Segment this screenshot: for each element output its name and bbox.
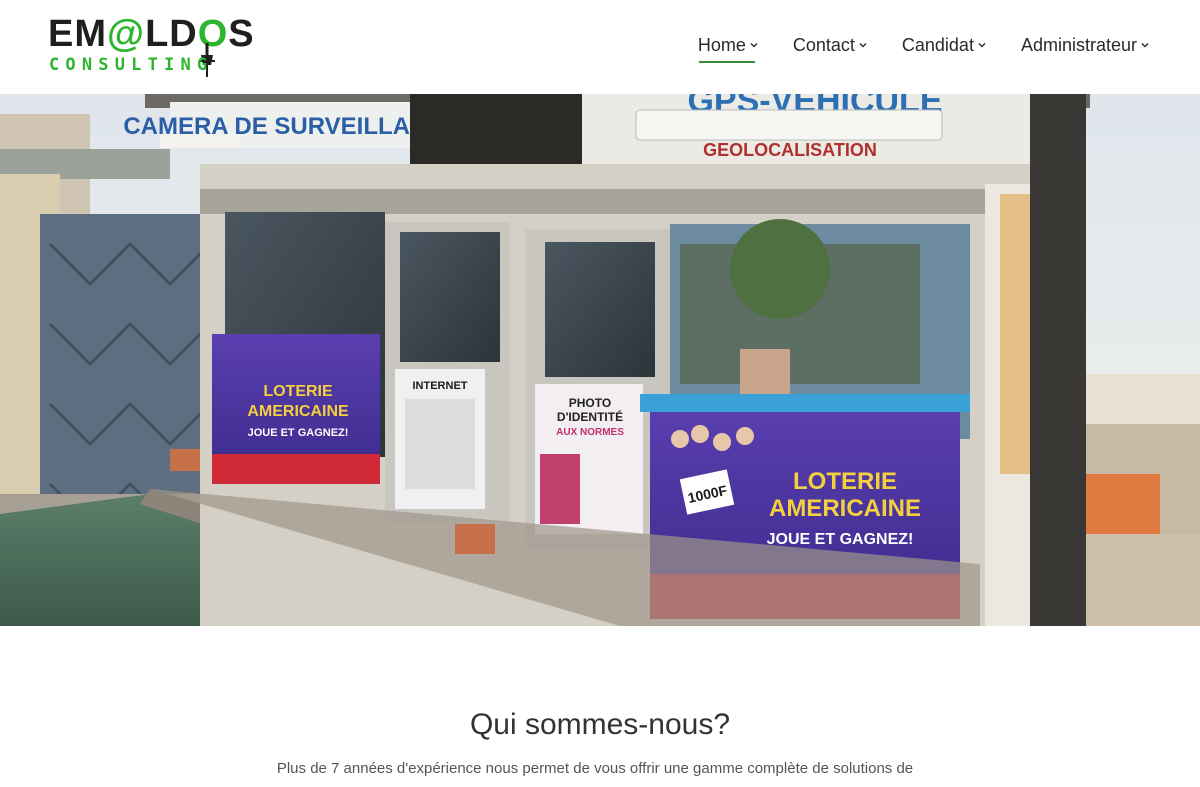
poster-left-title-1: LOTERIE	[263, 383, 333, 400]
nav-item-candidat[interactable]: Candidat	[902, 30, 987, 60]
logo-part: S	[228, 13, 255, 55]
site-header: EM@LDOS CONSULTING Home Contact Candidat…	[0, 0, 1200, 94]
logo-tagline: CONSULTING	[49, 55, 214, 75]
poster-left-sub: JOUE ET GAGNEZ!	[248, 427, 349, 439]
poster-right-title-1: LOTERIE	[793, 468, 897, 495]
poster-internet-title: INTERNET	[413, 380, 468, 392]
hero-storefront-photo: CAMERA DE SURVEILLANCE GPS-VEHICULE GEOL…	[0, 94, 1200, 626]
poster-right-sub: JOUE ET GAGNEZ!	[767, 531, 914, 548]
poster-photo-line1: PHOTO	[569, 396, 611, 410]
logo-part: @	[107, 13, 146, 55]
nav-item-contact[interactable]: Contact	[793, 30, 868, 60]
logo-part: LD	[145, 13, 198, 55]
chevron-down-icon	[750, 43, 758, 48]
logo-part: EM	[48, 13, 107, 55]
about-title: Qui sommes-nous?	[469, 708, 731, 741]
poster-photo-line3: AUX NORMES	[556, 427, 624, 438]
nav-item-label: Candidat	[901, 34, 974, 55]
nav-item-home[interactable]: Home	[697, 30, 759, 63]
nav-item-label: Contact	[792, 34, 855, 55]
poster-right-title-2: AMERICAINE	[769, 495, 921, 522]
chevron-down-icon	[1141, 43, 1149, 48]
nav-item-administrateur[interactable]: Administrateur	[1021, 30, 1150, 60]
logo-wordmark: EM@LDOS	[48, 14, 255, 54]
chevron-down-icon	[978, 43, 986, 48]
nav-item-label: Administrateur	[1020, 34, 1137, 55]
about-text: Plus de 7 années d'expérience nous perme…	[276, 760, 914, 777]
storefront-illustration: CAMERA DE SURVEILLANCE GPS-VEHICULE GEOL…	[0, 94, 1200, 626]
poster-photo-line2: D'IDENTITÉ	[557, 409, 623, 424]
poster-left-title-2: AMERICAINE	[247, 403, 349, 420]
chevron-down-icon	[859, 43, 867, 48]
nav-item-label: Home	[697, 34, 746, 55]
main-nav: Home Contact Candidat Administrateur	[697, 30, 1150, 63]
sign-geolocalisation: GEOLOCALISATION	[703, 140, 877, 160]
site-logo[interactable]: EM@LDOS CONSULTING	[48, 14, 268, 77]
